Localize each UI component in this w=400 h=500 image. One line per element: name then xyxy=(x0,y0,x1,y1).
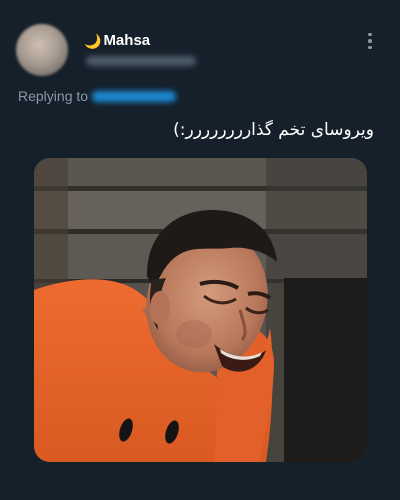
tweet-text: ویروسای تخم گذارررررررر:) xyxy=(173,120,374,140)
author-handle-redacted xyxy=(86,56,196,66)
replying-to: Replying to xyxy=(18,88,177,104)
more-vertical-icon[interactable] xyxy=(362,30,378,52)
tweet-card[interactable]: 🌙 Mahsa Replying to ویروسای تخم گذاررررر… xyxy=(0,0,400,500)
replying-to-label: Replying to xyxy=(18,88,89,104)
media-photo-image xyxy=(34,158,367,462)
avatar[interactable] xyxy=(16,24,68,76)
crescent-moon-icon: 🌙 xyxy=(84,33,102,49)
author-name-row[interactable]: 🌙 Mahsa xyxy=(84,32,150,50)
reply-handle-redacted[interactable] xyxy=(92,90,177,102)
tweet-media-photo[interactable] xyxy=(34,158,367,462)
author-name[interactable]: Mahsa xyxy=(103,32,150,50)
